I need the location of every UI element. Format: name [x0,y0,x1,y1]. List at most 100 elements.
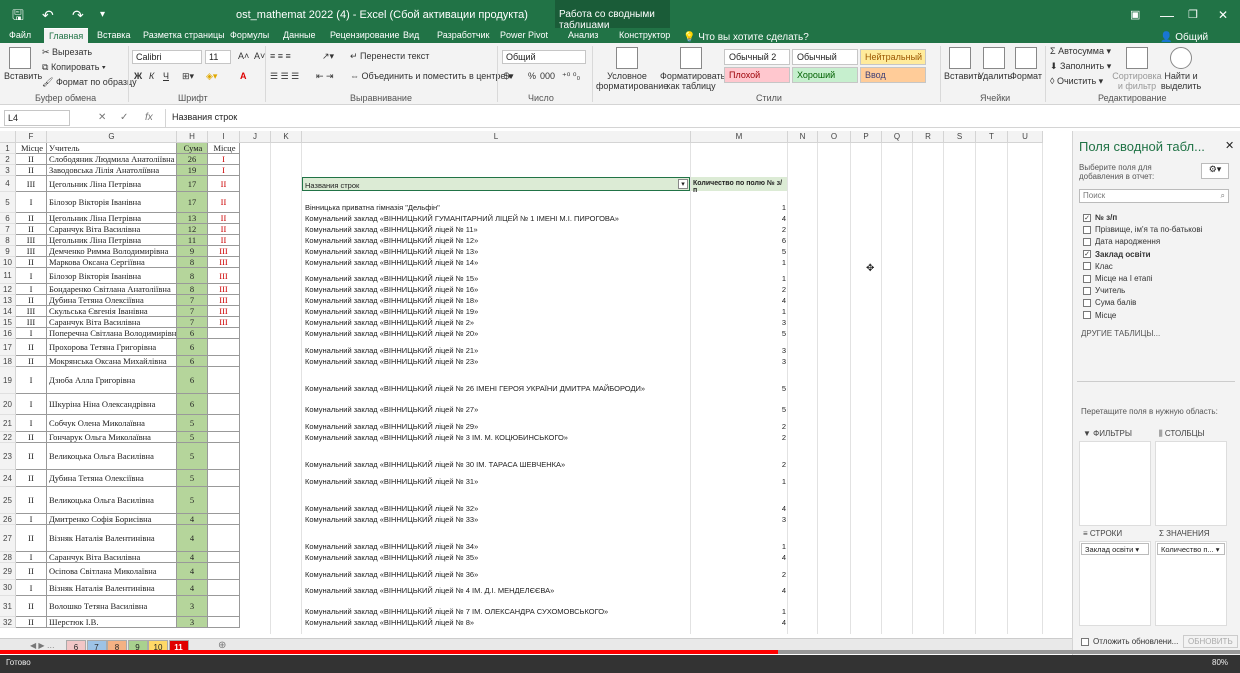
rank-cell[interactable] [208,356,240,367]
grow-font-icon[interactable]: A˄ [238,51,249,61]
rank-cell[interactable]: III [208,306,240,317]
pivot-value-item[interactable]: 3 [756,515,786,524]
sum-cell[interactable]: 8 [177,257,208,268]
zoom-level[interactable]: 80% [1212,658,1228,667]
column-header[interactable]: N [788,131,818,143]
row-header[interactable]: 28 [0,552,16,563]
rank-cell[interactable] [208,552,240,563]
redo-icon[interactable]: ↷ [72,6,84,24]
sum-cell[interactable]: 5 [177,443,208,470]
pivot-row-item[interactable]: Комунальний заклад «ВІННИЦЬКИЙ ліцей № 2… [305,329,478,338]
teacher-cell[interactable]: Осіпова Світлана Миколаївна [47,563,177,580]
sum-cell[interactable]: 8 [177,268,208,284]
teacher-cell[interactable]: Дзюба Алла Григорівна [47,367,177,394]
place-cell[interactable]: II [16,432,47,443]
rank-cell[interactable]: II [208,224,240,235]
pivot-value-item[interactable]: 4 [756,214,786,223]
tab-7[interactable]: Рецензирование [325,28,405,43]
row-header[interactable]: 13 [0,295,16,306]
teacher-cell[interactable]: Цегольник Ліна Петрівна [47,176,177,192]
row-header[interactable]: 3 [0,165,16,176]
row-header[interactable]: 32 [0,617,16,628]
percent-button[interactable]: % [528,71,536,81]
pivot-filter-dropdown-icon[interactable]: ▾ [678,179,688,189]
place-cell[interactable]: II [16,154,47,165]
teacher-cell[interactable]: Саранчук Віта Василівна [47,552,177,563]
row-header[interactable]: 16 [0,328,16,339]
place-cell[interactable]: II [16,165,47,176]
rank-cell[interactable]: II [208,176,240,192]
pivot-value-item[interactable]: 2 [756,433,786,442]
teacher-cell[interactable]: Дмитренко Софія Борисівна [47,514,177,525]
pivot-row-item[interactable]: Комунальний заклад «ВІННИЦЬКИЙ ліцей № 3… [305,553,478,562]
pivot-row-item[interactable]: Комунальний заклад «ВІННИЦЬКИЙ ліцей № 2… [305,346,478,355]
tab-10[interactable]: Power Pivot [495,28,553,43]
teacher-cell[interactable]: Візняк Наталія Валентинівна [47,580,177,596]
sum-cell[interactable]: 4 [177,514,208,525]
pivot-value-item[interactable]: 4 [756,553,786,562]
sum-cell[interactable]: 19 [177,165,208,176]
style-input[interactable]: Ввод [860,67,926,83]
rank-cell[interactable]: III [208,268,240,284]
select-all-corner[interactable] [0,131,16,143]
pivot-value-item[interactable]: 2 [756,422,786,431]
currency-icon[interactable]: $▾ [504,71,514,82]
pivot-row-item[interactable]: Комунальний заклад «ВІННИЦЬКИЙ ліцей № 1… [305,258,478,267]
shrink-font-icon[interactable]: A˅ [254,51,265,61]
row-header[interactable]: 12 [0,284,16,295]
orientation-icon[interactable]: ↗▾ [322,51,334,62]
row-header[interactable]: 22 [0,432,16,443]
place-cell[interactable]: I [16,328,47,339]
column-header[interactable]: K [271,131,302,143]
enter-icon[interactable]: ✓ [120,112,128,123]
column-header[interactable]: T [976,131,1008,143]
sum-cell[interactable]: 4 [177,580,208,596]
pivot-value-item[interactable]: 4 [756,618,786,627]
pivot-value-item[interactable]: 1 [756,307,786,316]
sum-cell[interactable]: 11 [177,235,208,246]
rank-cell[interactable] [208,367,240,394]
close-button[interactable]: ✕ [1218,6,1228,24]
worksheet-grid[interactable]: F G H I J K L M N O P Q R S T U 1 Місце Учитель Сума Місце 2 I… [0,131,1060,634]
tab-3[interactable]: Вставка [92,28,135,43]
sum-cell[interactable]: 26 [177,154,208,165]
sum-cell[interactable]: 5 [177,470,208,487]
pivot-value-item[interactable]: 3 [756,357,786,366]
rank-cell[interactable] [208,563,240,580]
column-header[interactable]: O [818,131,851,143]
pivot-value-item[interactable]: 5 [756,405,786,414]
pivot-row-item[interactable]: Комунальний заклад «ВІННИЦЬКИЙ ліцей № 1… [305,296,478,305]
rank-cell[interactable]: III [208,284,240,295]
row-header[interactable]: 29 [0,563,16,580]
sum-cell[interactable]: 9 [177,246,208,257]
columns-drop-area[interactable] [1155,441,1227,526]
field-checkbox-7[interactable]: Учитель [1083,286,1125,295]
row-header[interactable]: 2 [0,154,16,165]
pivot-row-item[interactable]: Комунальний заклад «ВІННИЦЬКИЙ ліцей № 2… [305,384,645,393]
number-format-combo[interactable]: Общий [502,50,586,64]
rank-cell[interactable] [208,487,240,514]
rank-cell[interactable] [208,596,240,617]
customize-icon[interactable]: ▾ [100,6,105,24]
conditional-format-button[interactable]: Условное форматирование [596,47,668,91]
place-cell[interactable]: II [16,356,47,367]
row-header[interactable]: 1 [0,143,16,154]
sort-filter-button[interactable]: Сортировка и фильтр [1112,47,1162,91]
row-header[interactable]: 5 [0,192,16,213]
pivot-value-item[interactable]: 4 [756,586,786,595]
format-cells-button[interactable]: Формат [1010,47,1042,81]
teacher-cell[interactable]: Волошко Тетяна Василівна [47,596,177,617]
place-cell[interactable]: I [16,514,47,525]
pivot-value-item[interactable]: 1 [756,607,786,616]
field-checkbox-1[interactable]: ✓ № з/п [1083,213,1117,222]
field-checkbox-3[interactable]: Дата народження [1083,237,1160,246]
pivot-value-item[interactable]: 1 [756,203,786,212]
pivot-value-item[interactable]: 2 [756,570,786,579]
field-checkbox-2[interactable]: Прізвище, ім'я та по-батькові [1083,225,1202,234]
merge-center-button[interactable]: ⇔ Объединить и поместить в центре ▾ [350,71,512,82]
pivot-row-item[interactable]: Комунальний заклад «ВІННИЦЬКИЙ ліцей № 3… [305,504,478,513]
place-cell[interactable]: I [16,394,47,415]
table-header-cell[interactable]: Сума [177,143,208,154]
pivot-value-item[interactable]: 3 [756,346,786,355]
pivot-value-item[interactable]: 5 [756,384,786,393]
